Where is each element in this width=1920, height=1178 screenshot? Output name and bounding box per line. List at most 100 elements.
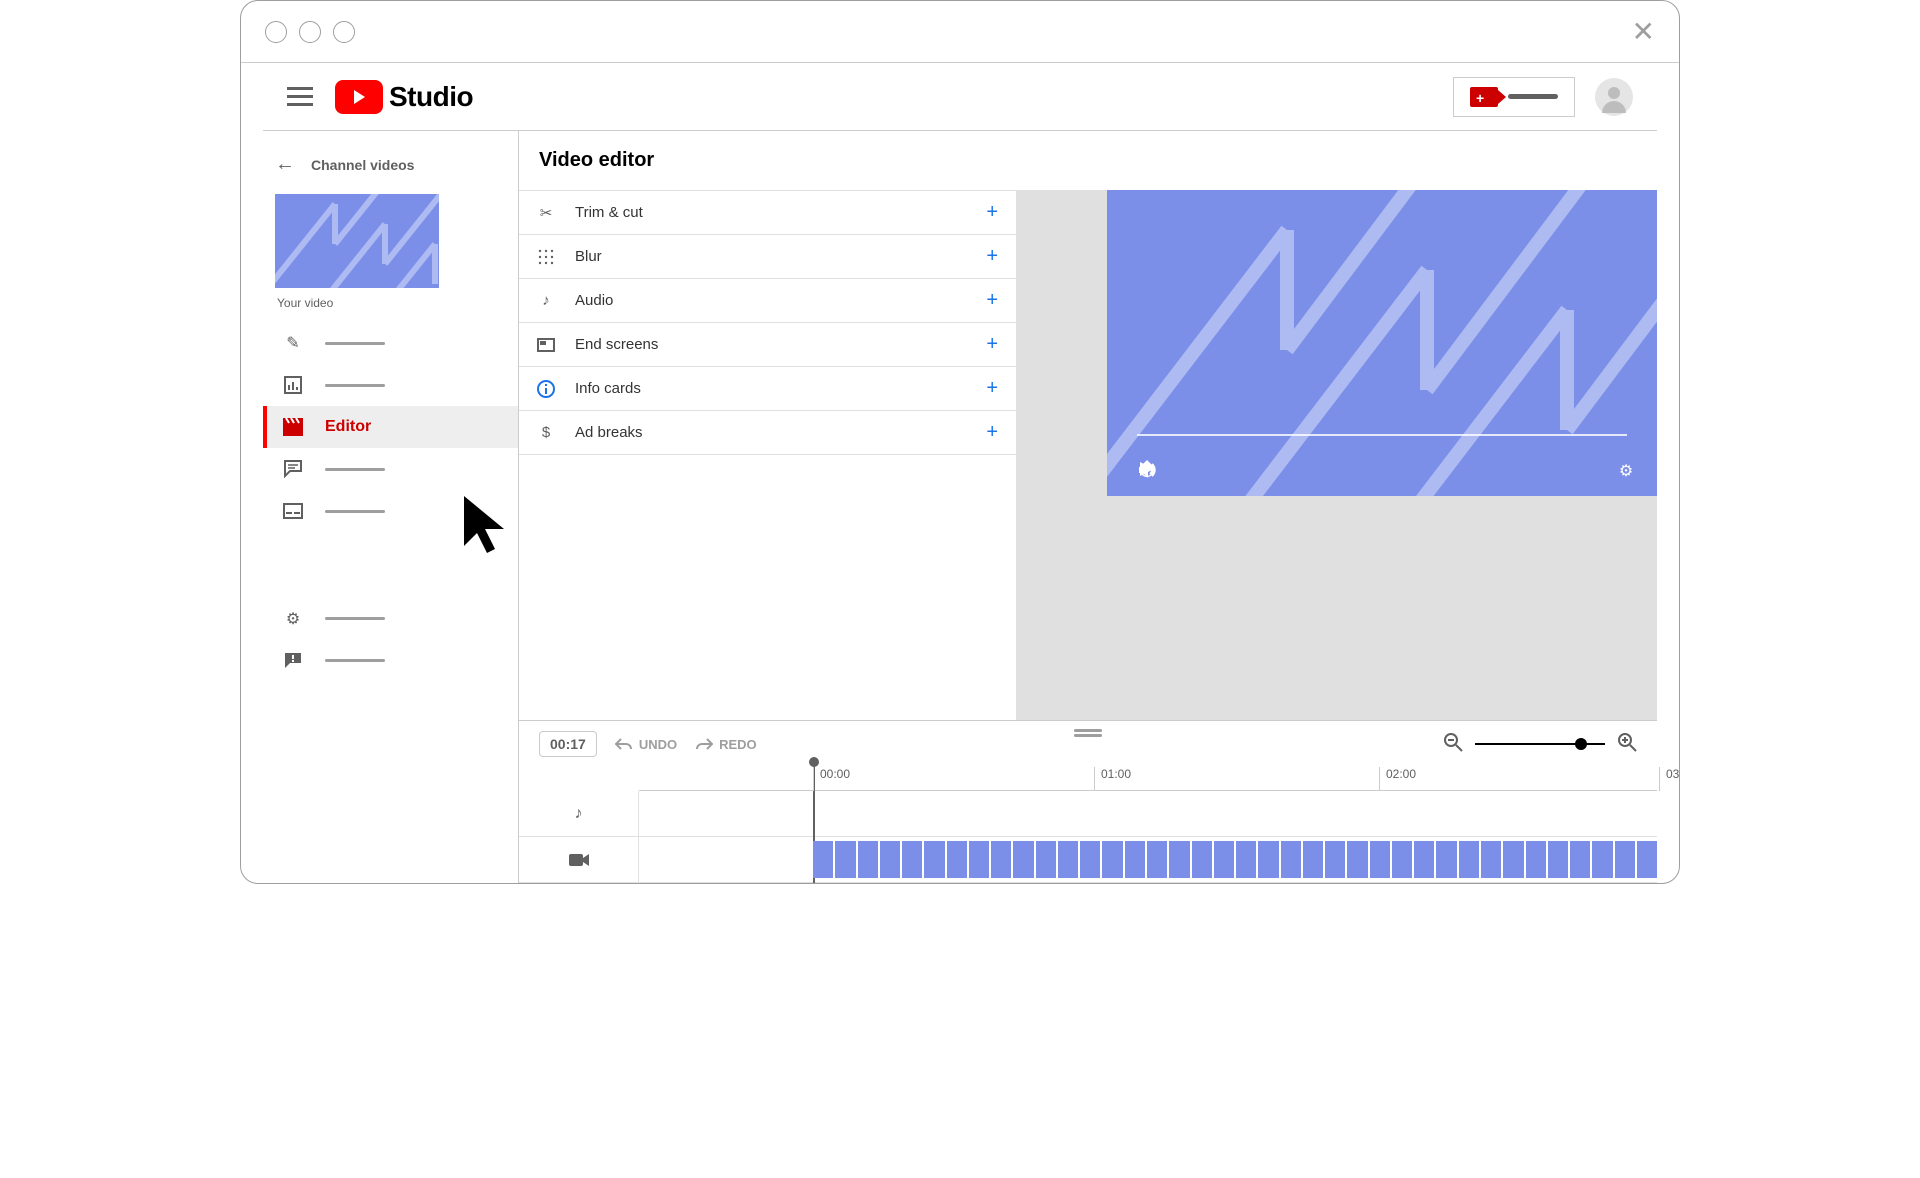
add-icon[interactable]: + <box>986 201 998 224</box>
placeholder-line <box>325 659 385 662</box>
sidebar-bottom-nav: ⚙ <box>263 598 518 884</box>
music-note-icon: ♪ <box>519 791 639 836</box>
tool-end-screens[interactable]: End screens + <box>519 323 1016 367</box>
tool-label: Ad breaks <box>575 424 643 441</box>
info-icon <box>537 380 555 398</box>
studio-logo[interactable]: Studio <box>335 80 473 114</box>
timeline-panel: 00:17 UNDO REDO <box>519 720 1657 883</box>
music-note-icon: ♪ <box>537 292 555 310</box>
menu-icon[interactable] <box>287 87 313 106</box>
clapper-icon <box>283 417 303 437</box>
dollar-icon: $ <box>537 424 555 442</box>
editor-tool-list: ✂ Trim & cut + Blur + <box>519 190 1017 720</box>
video-camera-icon <box>519 837 639 882</box>
close-icon[interactable]: ✕ <box>1632 15 1655 48</box>
youtube-play-icon <box>335 80 383 114</box>
comment-icon <box>283 459 303 479</box>
scissors-icon: ✂ <box>537 204 555 222</box>
timeline-toolbar: 00:17 UNDO REDO <box>519 721 1657 767</box>
placeholder-line <box>325 384 385 387</box>
preview-column: ⚙ <box>1017 190 1657 720</box>
zoom-controls <box>1443 732 1637 757</box>
arrow-left-icon: ← <box>275 153 295 176</box>
window-controls <box>265 21 355 43</box>
tool-blur[interactable]: Blur + <box>519 235 1016 279</box>
tool-ad-breaks[interactable]: $ Ad breaks + <box>519 411 1016 455</box>
page-title: Video editor <box>519 131 1657 190</box>
sidebar-item-details[interactable]: ✎ <box>263 322 518 364</box>
undo-label: UNDO <box>639 737 677 752</box>
sidebar-item-label: Editor <box>325 418 371 436</box>
video-thumbnail[interactable] <box>275 194 439 288</box>
timecode-input[interactable]: 00:17 <box>539 731 597 757</box>
subtitles-icon <box>283 501 303 521</box>
drag-handle-icon[interactable] <box>1074 723 1102 739</box>
sidebar-item-comments[interactable] <box>263 448 518 490</box>
sidebar-item-feedback[interactable] <box>263 640 518 682</box>
placeholder-line <box>325 617 385 620</box>
ruler-tick: 02:00 <box>1379 767 1416 791</box>
placeholder-line <box>325 342 385 345</box>
sidebar-item-analytics[interactable] <box>263 364 518 406</box>
volume-icon[interactable] <box>1269 460 1291 482</box>
undo-icon <box>615 737 633 751</box>
tool-label: Info cards <box>575 380 641 397</box>
analytics-icon <box>283 375 303 395</box>
video-preview[interactable]: ⚙ <box>1107 190 1657 496</box>
gear-icon: ⚙ <box>283 609 303 629</box>
zoom-slider[interactable] <box>1475 743 1605 745</box>
sidebar: ← Channel videos Your video ✎ <box>263 131 519 883</box>
add-icon[interactable]: + <box>986 421 998 444</box>
add-icon[interactable]: + <box>986 289 998 312</box>
add-icon[interactable]: + <box>986 245 998 268</box>
timeline-tracks: ♪ <box>519 791 1657 883</box>
window-dot[interactable] <box>299 21 321 43</box>
pencil-icon: ✎ <box>283 333 303 353</box>
ruler-tick: 03:00 <box>1659 767 1680 791</box>
placeholder-line <box>325 510 385 513</box>
sidebar-item-subtitles[interactable] <box>263 490 518 532</box>
undo-button[interactable]: UNDO <box>615 737 677 752</box>
end-screen-icon <box>537 336 555 354</box>
back-label: Channel videos <box>311 157 414 173</box>
window-dot[interactable] <box>333 21 355 43</box>
video-track[interactable] <box>519 837 1657 883</box>
sidebar-item-editor[interactable]: Editor <box>263 406 518 448</box>
redo-label: REDO <box>719 737 757 752</box>
create-button[interactable]: + <box>1453 77 1575 117</box>
video-clip[interactable] <box>813 841 1657 878</box>
sidebar-nav: ✎ Editor <box>263 322 518 598</box>
window-titlebar: ✕ <box>241 1 1679 63</box>
timeline-ruler-wrap: 00:00 01:00 02:00 03:00 ♪ <box>519 767 1657 883</box>
editor-body: ✂ Trim & cut + Blur + <box>519 190 1657 720</box>
tool-audio[interactable]: ♪ Audio + <box>519 279 1016 323</box>
ruler-tick: 01:00 <box>1094 767 1131 791</box>
timeline-ruler[interactable]: 00:00 01:00 02:00 03:00 <box>639 767 1657 791</box>
gear-icon[interactable]: ⚙ <box>1615 460 1637 482</box>
window-dot[interactable] <box>265 21 287 43</box>
feedback-icon <box>283 651 303 671</box>
back-to-channel-videos[interactable]: ← Channel videos <box>263 145 518 184</box>
blur-grid-icon <box>537 248 555 266</box>
sidebar-item-settings[interactable]: ⚙ <box>263 598 518 640</box>
add-icon[interactable]: + <box>986 333 998 356</box>
account-avatar[interactable] <box>1595 78 1633 116</box>
tool-label: Audio <box>575 292 613 309</box>
preview-scrubber[interactable] <box>1137 434 1627 436</box>
content-area: Video editor ✂ Trim & cut + <box>519 131 1657 883</box>
tool-trim-cut[interactable]: ✂ Trim & cut + <box>519 191 1016 235</box>
zoom-in-icon[interactable] <box>1617 732 1637 757</box>
redo-button[interactable]: REDO <box>695 737 757 752</box>
placeholder-line <box>325 468 385 471</box>
placeholder-line <box>1508 94 1558 99</box>
tool-label: Blur <box>575 248 602 265</box>
tool-label: Trim & cut <box>575 204 643 221</box>
zoom-out-icon[interactable] <box>1443 732 1463 757</box>
main-area: ← Channel videos Your video ✎ <box>263 131 1657 883</box>
add-icon[interactable]: + <box>986 377 998 400</box>
app-window: ✕ Studio + ← Channel videos <box>240 0 1680 884</box>
audio-track[interactable]: ♪ <box>519 791 1657 837</box>
camera-plus-icon: + <box>1470 87 1498 107</box>
tool-info-cards[interactable]: Info cards + <box>519 367 1016 411</box>
redo-icon <box>695 737 713 751</box>
